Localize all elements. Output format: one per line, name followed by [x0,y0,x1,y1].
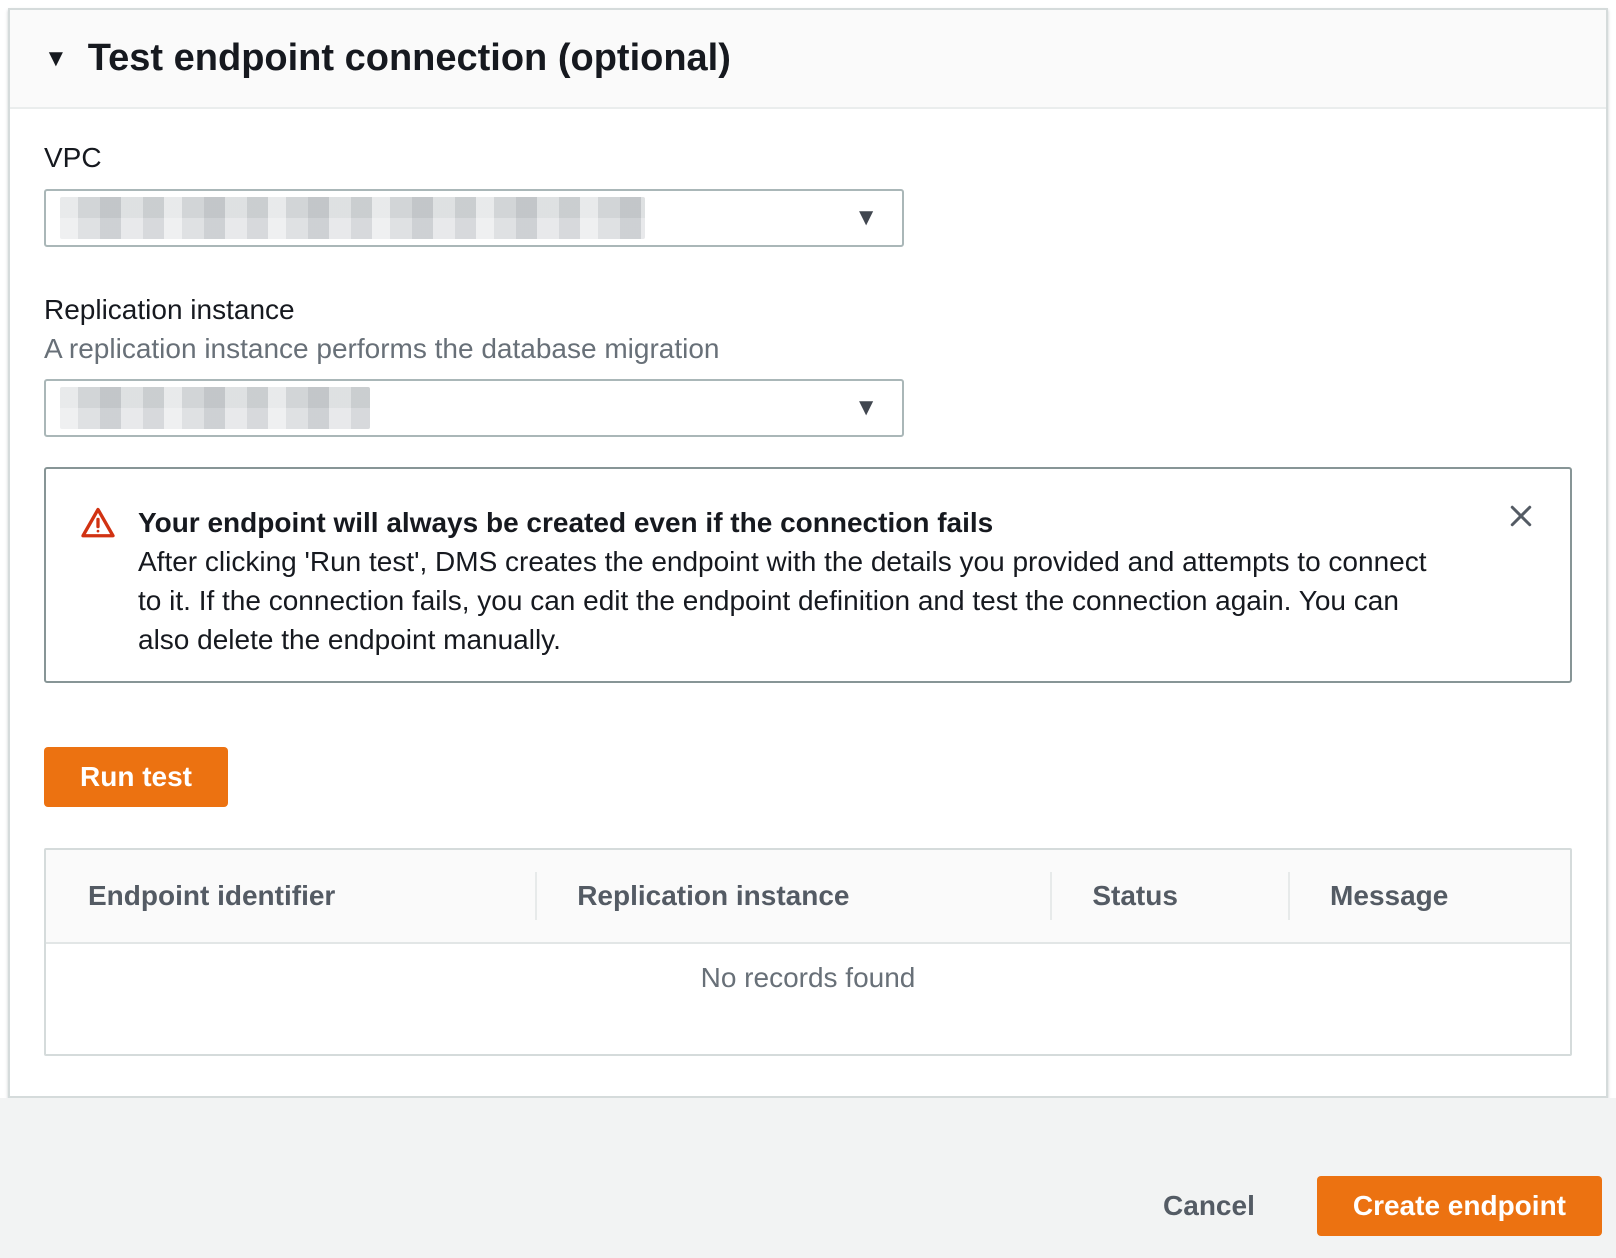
warning-triangle-icon [80,505,116,659]
chevron-down-icon: ▼ [854,396,878,420]
page: ▼ Test endpoint connection (optional) VP… [0,0,1616,1258]
section-title: Test endpoint connection (optional) [88,37,731,80]
replication-instance-description: A replication instance performs the data… [44,331,1572,367]
replication-instance-label: Replication instance [44,291,1572,329]
vpc-label: VPC [44,139,1572,177]
run-test-button[interactable]: Run test [44,747,228,807]
test-endpoint-card: ▼ Test endpoint connection (optional) VP… [8,8,1608,1098]
replication-instance-field: Replication instance A replication insta… [44,291,1572,437]
column-header-replication-instance: Replication instance [535,850,1050,942]
footer-action-bar: Cancel Create endpoint [0,1098,1616,1258]
warning-content: Your endpoint will always be created eve… [138,503,1448,659]
table-body: No records found [46,944,1570,1054]
collapse-triangle-icon: ▼ [44,47,68,71]
close-icon[interactable] [1502,497,1540,535]
connection-results-table: Endpoint identifier Replication instance… [44,848,1572,1056]
chevron-down-icon: ▼ [854,206,878,230]
vpc-selected-value-redacted [60,197,645,239]
replication-instance-select[interactable]: ▼ [44,379,904,437]
column-header-message: Message [1288,850,1570,942]
column-header-endpoint-identifier: Endpoint identifier [46,850,535,942]
vpc-field: VPC ▼ [44,139,1572,247]
section-header[interactable]: ▼ Test endpoint connection (optional) [10,10,1606,109]
warning-title: Your endpoint will always be created eve… [138,503,1448,542]
replication-instance-selected-value-redacted [60,387,370,429]
column-header-status: Status [1050,850,1288,942]
warning-banner: Your endpoint will always be created eve… [44,467,1572,683]
warning-body: After clicking 'Run test', DMS creates t… [138,542,1448,659]
create-endpoint-button[interactable]: Create endpoint [1317,1176,1602,1236]
cancel-button[interactable]: Cancel [1143,1176,1275,1236]
section-body: VPC ▼ Replication instance A replication… [10,109,1606,1096]
empty-state-message: No records found [46,944,1570,994]
table-header-row: Endpoint identifier Replication instance… [46,850,1570,944]
vpc-select[interactable]: ▼ [44,189,904,247]
